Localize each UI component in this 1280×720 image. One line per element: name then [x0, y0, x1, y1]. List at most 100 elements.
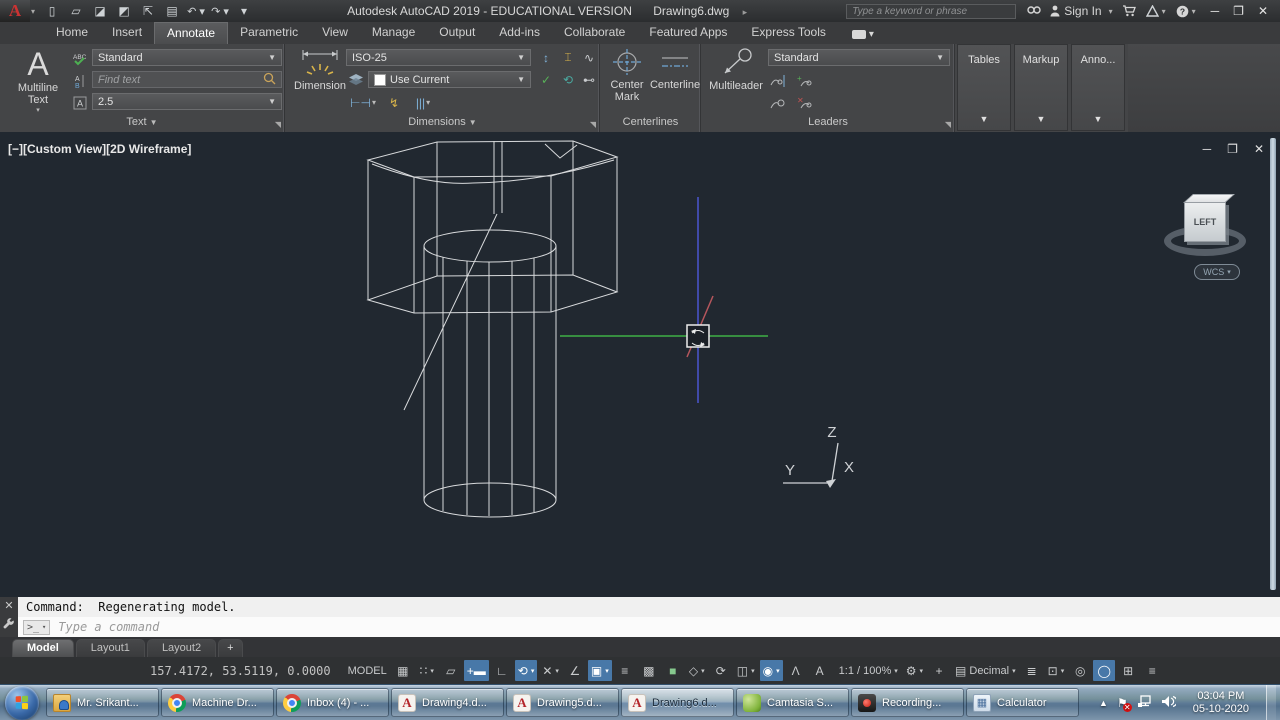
tab-annotate[interactable]: Annotate	[154, 22, 229, 44]
status-gizmo[interactable]: ◉ ▾	[759, 660, 783, 681]
tab-manage[interactable]: Manage	[360, 22, 427, 44]
collapsed-panel-tables[interactable]: Tables ▼	[957, 44, 1011, 131]
status-object-snap-tracking[interactable]: ∠	[564, 660, 586, 681]
status-lineweight[interactable]: ≡	[614, 660, 636, 681]
dimensions-panel-title[interactable]: Dimensions ▼	[286, 116, 599, 131]
qat-customize-icon[interactable]: ▾	[234, 2, 254, 20]
tab-express-tools[interactable]: Express Tools	[739, 22, 837, 44]
status-annotation-monitor[interactable]: +	[928, 660, 950, 681]
text-height-dropdown[interactable]: 2.5 ▼	[92, 93, 282, 110]
status-annotation-visibility[interactable]: Λ	[785, 660, 807, 681]
annotation-scale-caret-icon[interactable]: ▾	[894, 667, 898, 675]
leader-add-icon[interactable]: +	[794, 72, 814, 89]
viewcube-left-face[interactable]: LEFT	[1184, 202, 1226, 242]
dim-style-caret-icon[interactable]: ▼	[517, 53, 525, 62]
find-text-search-icon[interactable]	[263, 72, 276, 88]
restore-button[interactable]: ❐	[1233, 4, 1244, 18]
tab-add-ins[interactable]: Add-ins	[487, 22, 552, 44]
search-input[interactable]: Type a keyword or phrase	[846, 3, 1017, 19]
open-file-icon[interactable]: ▱	[66, 2, 86, 20]
dim-text-edit-icon[interactable]: ⌶	[558, 49, 578, 66]
taskbar-button-inbox-4[interactable]: Inbox (4) - ...	[276, 688, 389, 717]
status-object-snap-2d[interactable]: ▣ ▾	[587, 660, 612, 681]
start-button[interactable]	[5, 685, 39, 720]
polar-tracking-caret-icon[interactable]: ▾	[531, 667, 535, 675]
dimensions-dialog-launcher-icon[interactable]: ◥	[590, 120, 596, 129]
save-icon[interactable]: ◪	[90, 2, 110, 20]
new-layout-button[interactable]: +	[218, 639, 243, 657]
multiline-text-caret-icon[interactable]: ▾	[36, 106, 40, 114]
object-snap-2d-caret-icon[interactable]: ▾	[605, 667, 609, 675]
leaders-panel-title[interactable]: Leaders	[702, 116, 954, 131]
network-icon[interactable]	[1137, 694, 1152, 711]
minimize-button[interactable]: ─	[1211, 4, 1220, 18]
chevron-down-icon[interactable]: ▼	[1094, 114, 1103, 124]
status-workspace-switching[interactable]: ⚙ ▾	[903, 660, 926, 681]
text-style-icon[interactable]: A	[70, 94, 90, 111]
dimension-button[interactable]: Dimension	[292, 48, 348, 92]
dim-update-icon[interactable]: ↕	[536, 49, 556, 66]
layout-tab-model[interactable]: Model	[12, 639, 74, 657]
taskbar-button-drawing6-d[interactable]: A Drawing6.d...	[621, 688, 734, 717]
command-input[interactable]: >_ ▾ Type a command	[18, 617, 1280, 637]
viewport-scrollbar[interactable]	[1270, 138, 1276, 590]
status-snap-mode[interactable]: ∷ ▾	[416, 660, 438, 681]
text-align-icon[interactable]: AB	[70, 72, 90, 89]
status-model-space-toggle[interactable]: MODEL	[342, 660, 390, 681]
doc-minimize-button[interactable]: ─	[1203, 142, 1212, 156]
status-graphics-performance[interactable]: ◯	[1093, 660, 1116, 681]
leaders-dialog-launcher-icon[interactable]: ◥	[945, 120, 951, 129]
dim-jog-line-icon[interactable]: ∿	[579, 49, 599, 66]
viewport-minus-control[interactable]: [−]	[8, 142, 23, 156]
status-dynamic-ucs[interactable]: ⟳	[710, 660, 732, 681]
tab-output[interactable]: Output	[427, 22, 487, 44]
new-file-icon[interactable]: ▯	[42, 2, 62, 20]
autodesk-a360-icon[interactable]: ▾	[1141, 0, 1171, 22]
status-isolate-objects[interactable]: ◎	[1069, 660, 1091, 681]
status-object-snap-3d[interactable]: ◇ ▾	[686, 660, 708, 681]
leader-style-dropdown[interactable]: Standard ▼	[768, 49, 950, 66]
dim-reassociate-icon[interactable]: ⟲	[558, 71, 578, 88]
ribbon-display-caret-icon[interactable]: ▾	[869, 29, 874, 40]
leader-style-caret-icon[interactable]: ▼	[936, 53, 944, 62]
taskbar-button-mr-srikant[interactable]: Mr. Srikant...	[46, 688, 159, 717]
dim-check-icon[interactable]: ✓	[536, 71, 556, 88]
dim-oblique-icon[interactable]: ⊷	[579, 71, 599, 88]
title-expand-icon[interactable]: ▸	[743, 7, 748, 17]
dim-style-dropdown[interactable]: ISO-25 ▼	[346, 49, 531, 66]
viewport-view-control[interactable]: [Custom View]	[23, 142, 106, 156]
status-infer-constraints[interactable]: ▱	[440, 660, 462, 681]
save-as-icon[interactable]: ◩	[114, 2, 134, 20]
speaker-icon[interactable]	[1161, 695, 1178, 711]
chevron-down-icon[interactable]: ▼	[1037, 114, 1046, 124]
command-close-icon[interactable]: ✕	[4, 599, 13, 612]
status-customization-menu[interactable]: ≡	[1141, 660, 1163, 681]
status-grid-display[interactable]: ▦	[392, 660, 414, 681]
tab-view[interactable]: View	[310, 22, 360, 44]
tab-home[interactable]: Home	[44, 22, 100, 44]
multileader-button[interactable]: Multileader	[706, 48, 766, 92]
app-menu-button[interactable]: A	[0, 0, 30, 22]
undo-icon[interactable]: ↶ ▾	[186, 2, 206, 20]
dim-layer-dropdown[interactable]: Use Current ▼	[368, 71, 531, 88]
status-autoscale-annotation[interactable]: A	[809, 660, 831, 681]
dim-spacing-icon[interactable]: ||| ▾	[408, 94, 438, 111]
status-ui-lock[interactable]: ⊡ ▾	[1045, 660, 1068, 681]
taskbar-button-drawing5-d[interactable]: A Drawing5.d...	[506, 688, 619, 717]
show-desktop-button[interactable]	[1266, 684, 1276, 720]
help-caret-icon[interactable]: ▾	[1192, 7, 1196, 16]
publish-icon[interactable]: ⇱	[138, 2, 158, 20]
taskbar-button-calculator[interactable]: ▦ Calculator	[966, 688, 1079, 717]
status-transparency[interactable]: ▩	[638, 660, 660, 681]
status-annotation-scale[interactable]: 1:1 / 100% ▾	[833, 660, 901, 681]
a360-caret-icon[interactable]: ▾	[1162, 7, 1166, 16]
status-polar-tracking[interactable]: ⟲ ▾	[514, 660, 538, 681]
taskbar-button-machine-dr[interactable]: Machine Dr...	[161, 688, 274, 717]
command-prompt-chip[interactable]: >_ ▾	[23, 619, 51, 635]
taskbar-clock[interactable]: 03:04 PM 05-10-2020	[1185, 690, 1257, 716]
tab-collaborate[interactable]: Collaborate	[552, 22, 637, 44]
workspace-switching-caret-icon[interactable]: ▾	[920, 667, 924, 675]
close-button[interactable]: ✕	[1258, 4, 1268, 18]
layout-tab-layout1[interactable]: Layout1	[75, 639, 145, 657]
text-dialog-launcher-icon[interactable]: ◥	[275, 120, 281, 129]
